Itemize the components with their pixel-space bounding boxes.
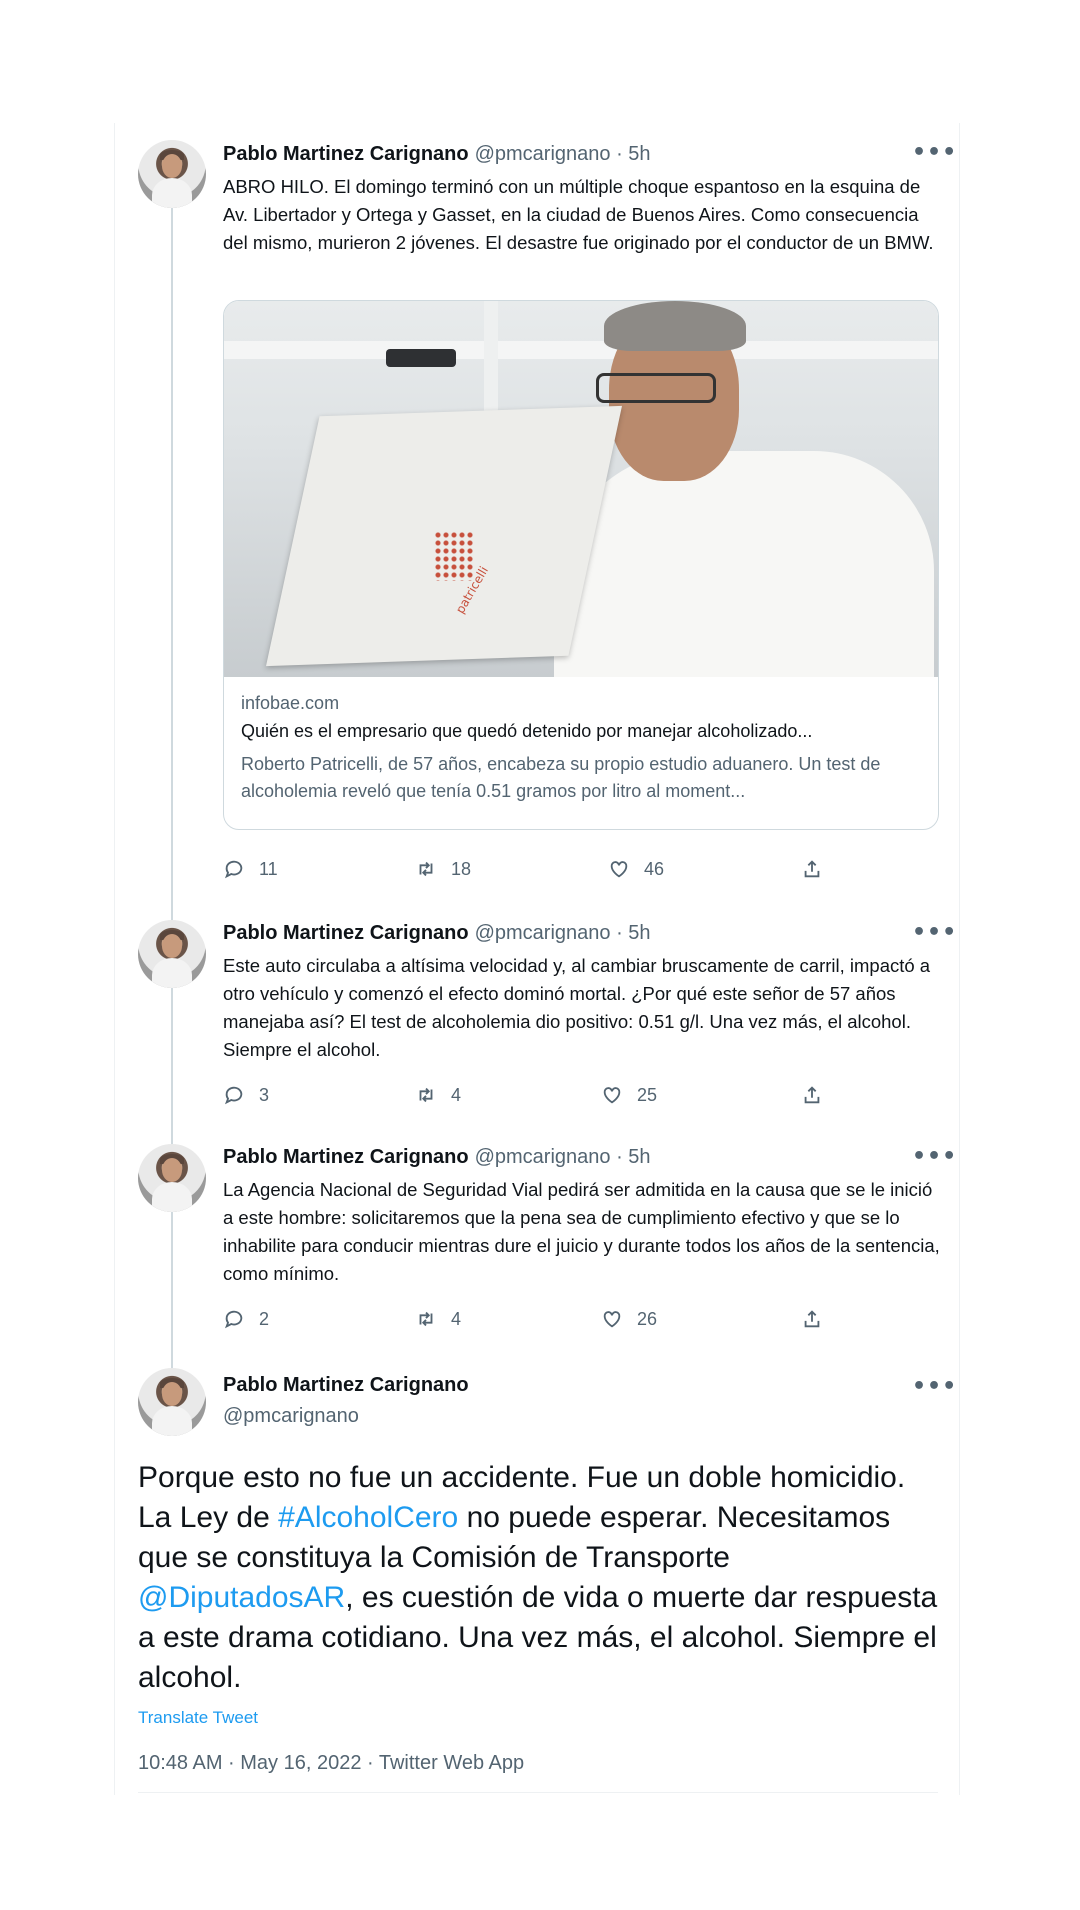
retweet-count: 18: [451, 858, 472, 879]
reply-button[interactable]: 2: [223, 1308, 269, 1330]
tweet-text: La Agencia Nacional de Seguridad Vial pe…: [223, 1179, 940, 1284]
like-count: 25: [637, 1084, 658, 1105]
patricelli-logo: [434, 531, 474, 581]
like-count: 46: [644, 858, 665, 879]
reply-button[interactable]: 3: [223, 1084, 269, 1106]
heart-icon: [610, 861, 628, 878]
like-count: 26: [637, 1308, 658, 1329]
share-button[interactable]: [801, 858, 823, 880]
tweet-actions: 2 4 26: [223, 1308, 943, 1338]
retweet-icon: [419, 861, 433, 877]
card-description: Roberto Patricelli, de 57 años, encabeza…: [241, 754, 881, 801]
heart-icon: [603, 1311, 621, 1328]
retweet-count: 4: [451, 1084, 462, 1105]
card-title: Quién es el empresario que quedó detenid…: [241, 721, 813, 741]
author-name[interactable]: Pablo Martinez Carignano: [223, 143, 469, 165]
tweet-text: Este auto circulaba a altísima velocidad…: [223, 955, 931, 1060]
card-image[interactable]: patricelli: [224, 301, 938, 677]
more-icon[interactable]: •••: [912, 140, 957, 165]
retweet-icon: [419, 1311, 433, 1327]
share-button[interactable]: [801, 1308, 823, 1330]
author-name[interactable]: Pablo Martinez Carignano: [223, 1146, 469, 1168]
share-icon: [804, 1310, 820, 1328]
share-icon: [804, 1086, 820, 1104]
tweet-text: ABRO HILO. El domingo terminó con un múl…: [223, 176, 934, 253]
main-tweet-text: Porque esto no fue un accidente. Fue un …: [138, 1461, 938, 1694]
link-card[interactable]: patricelli infobae.com Quién es el empre…: [223, 300, 939, 830]
author-name[interactable]: Pablo Martinez Carignano: [223, 1374, 469, 1397]
retweet-icon: [419, 1087, 433, 1103]
avatar[interactable]: [138, 140, 206, 208]
author-handle-time[interactable]: @pmcarignano · 5h: [475, 143, 651, 165]
avatar[interactable]: [138, 920, 206, 988]
reply-icon: [224, 860, 243, 879]
share-button[interactable]: [801, 1084, 823, 1106]
reply-icon: [224, 1310, 243, 1329]
like-button[interactable]: 46: [608, 858, 664, 880]
like-button[interactable]: 26: [601, 1308, 657, 1330]
more-icon[interactable]: •••: [912, 1144, 957, 1169]
tweet-actions: 11 18 46: [223, 858, 943, 888]
reply-count: 11: [259, 858, 278, 879]
retweet-button[interactable]: 4: [415, 1084, 461, 1106]
tweet-timestamp[interactable]: 10:48 AM · May 16, 2022 · Twitter Web Ap…: [138, 1752, 524, 1775]
divider: [138, 1792, 938, 1793]
author-handle-time[interactable]: @pmcarignano · 5h: [475, 1146, 651, 1168]
reply-count: 3: [259, 1084, 270, 1105]
mention-link[interactable]: @DiputadosAR: [138, 1581, 345, 1614]
author-name[interactable]: Pablo Martinez Carignano: [223, 922, 469, 944]
tweet-actions: 3 4 25: [223, 1084, 943, 1114]
retweet-button[interactable]: 4: [415, 1308, 461, 1330]
retweet-button[interactable]: 18: [415, 858, 471, 880]
author-handle[interactable]: @pmcarignano: [223, 1405, 359, 1428]
hashtag-link[interactable]: #AlcoholCero: [278, 1501, 458, 1534]
like-button[interactable]: 25: [601, 1084, 657, 1106]
author-handle-time[interactable]: @pmcarignano · 5h: [475, 922, 651, 944]
heart-icon: [603, 1087, 621, 1104]
more-icon[interactable]: •••: [912, 1374, 957, 1399]
tweet-author-line[interactable]: Pablo Martinez Carignano @pmcarignano · 5…: [223, 1146, 651, 1169]
more-icon[interactable]: •••: [912, 920, 957, 945]
translate-tweet-link[interactable]: Translate Tweet: [138, 1708, 258, 1728]
reply-icon: [224, 1086, 243, 1105]
avatar[interactable]: [138, 1144, 206, 1212]
reply-button[interactable]: 11: [223, 858, 278, 880]
reply-count: 2: [259, 1308, 270, 1329]
avatar[interactable]: [138, 1368, 206, 1436]
retweet-count: 4: [451, 1308, 462, 1329]
tweet-author-line[interactable]: Pablo Martinez Carignano @pmcarignano · 5…: [223, 922, 651, 945]
share-icon: [804, 860, 820, 878]
tweet-author-line[interactable]: Pablo Martinez Carignano @pmcarignano · 5…: [223, 143, 651, 166]
card-domain: infobae.com: [241, 693, 340, 713]
